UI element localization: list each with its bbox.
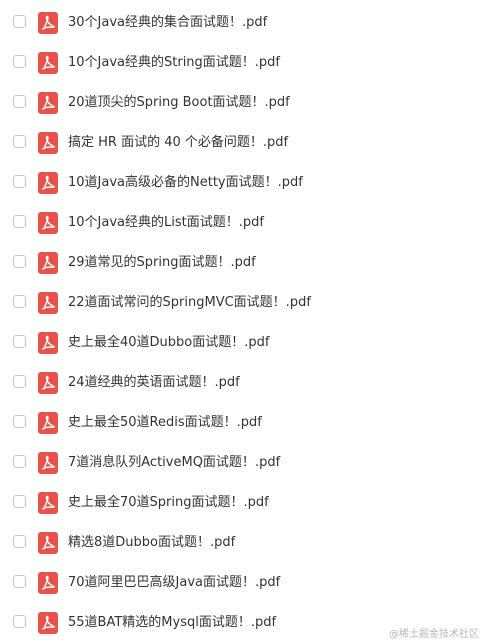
pdf-file-icon bbox=[38, 532, 58, 554]
pdf-file-icon bbox=[38, 572, 58, 594]
file-name[interactable]: 搞定 HR 面试的 40 个必备问题！.pdf bbox=[68, 134, 288, 151]
file-name[interactable]: 70道阿里巴巴高级Java面试题！.pdf bbox=[68, 574, 280, 591]
file-name[interactable]: 24道经典的英语面试题！.pdf bbox=[68, 374, 240, 391]
file-name[interactable]: 精选8道Dubbo面试题！.pdf bbox=[68, 534, 235, 551]
pdf-file-icon bbox=[38, 292, 58, 314]
file-checkbox[interactable] bbox=[13, 135, 26, 148]
file-checkbox[interactable] bbox=[13, 255, 26, 268]
file-checkbox[interactable] bbox=[13, 455, 26, 468]
file-name[interactable]: 史上最全50道Redis面试题！.pdf bbox=[68, 414, 262, 431]
file-row[interactable]: 20道顶尖的Spring Boot面试题！.pdf bbox=[0, 82, 489, 122]
file-checkbox[interactable] bbox=[13, 495, 26, 508]
file-row[interactable]: 24道经典的英语面试题！.pdf bbox=[0, 362, 489, 402]
file-checkbox[interactable] bbox=[13, 375, 26, 388]
file-name[interactable]: 20道顶尖的Spring Boot面试题！.pdf bbox=[68, 94, 290, 111]
file-name[interactable]: 10道Java高级必备的Netty面试题！.pdf bbox=[68, 174, 303, 191]
pdf-file-icon bbox=[38, 412, 58, 434]
watermark: @稀土掘金技术社区 bbox=[389, 629, 479, 640]
pdf-file-icon bbox=[38, 612, 58, 634]
pdf-file-icon bbox=[38, 212, 58, 234]
file-row[interactable]: 搞定 HR 面试的 40 个必备问题！.pdf bbox=[0, 122, 489, 162]
file-checkbox[interactable] bbox=[13, 415, 26, 428]
file-checkbox[interactable] bbox=[13, 335, 26, 348]
file-row[interactable]: 史上最全50道Redis面试题！.pdf bbox=[0, 402, 489, 442]
file-row[interactable]: 10个Java经典的List面试题！.pdf bbox=[0, 202, 489, 242]
pdf-file-icon bbox=[38, 332, 58, 354]
file-row[interactable]: 史上最全70道Spring面试题！.pdf bbox=[0, 482, 489, 522]
pdf-file-icon bbox=[38, 12, 58, 34]
file-row[interactable]: 22道面试常问的SpringMVC面试题！.pdf bbox=[0, 282, 489, 322]
file-row[interactable]: 10个Java经典的String面试题！.pdf bbox=[0, 42, 489, 82]
pdf-file-icon bbox=[38, 492, 58, 514]
file-row[interactable]: 史上最全40道Dubbo面试题！.pdf bbox=[0, 322, 489, 362]
file-name[interactable]: 史上最全70道Spring面试题！.pdf bbox=[68, 494, 269, 511]
file-row[interactable]: 10道Java高级必备的Netty面试题！.pdf bbox=[0, 162, 489, 202]
file-name[interactable]: 30个Java经典的集合面试题！.pdf bbox=[68, 14, 267, 31]
pdf-file-icon bbox=[38, 172, 58, 194]
file-row[interactable]: 7道消息队列ActiveMQ面试题！.pdf bbox=[0, 442, 489, 482]
file-checkbox[interactable] bbox=[13, 55, 26, 68]
file-checkbox[interactable] bbox=[13, 15, 26, 28]
file-name[interactable]: 10个Java经典的String面试题！.pdf bbox=[68, 54, 280, 71]
file-row[interactable]: 70道阿里巴巴高级Java面试题！.pdf bbox=[0, 562, 489, 602]
file-row[interactable]: 29道常见的Spring面试题！.pdf bbox=[0, 242, 489, 282]
pdf-file-icon bbox=[38, 52, 58, 74]
file-checkbox[interactable] bbox=[13, 295, 26, 308]
pdf-file-icon bbox=[38, 452, 58, 474]
file-row[interactable]: 精选8道Dubbo面试题！.pdf bbox=[0, 522, 489, 562]
file-checkbox[interactable] bbox=[13, 215, 26, 228]
pdf-file-icon bbox=[38, 132, 58, 154]
file-name[interactable]: 55道BAT精选的Mysql面试题！.pdf bbox=[68, 614, 276, 631]
pdf-file-icon bbox=[38, 92, 58, 114]
file-name[interactable]: 史上最全40道Dubbo面试题！.pdf bbox=[68, 334, 269, 351]
file-name[interactable]: 29道常见的Spring面试题！.pdf bbox=[68, 254, 256, 271]
file-checkbox[interactable] bbox=[13, 95, 26, 108]
file-checkbox[interactable] bbox=[13, 175, 26, 188]
pdf-file-icon bbox=[38, 252, 58, 274]
file-checkbox[interactable] bbox=[13, 575, 26, 588]
file-name[interactable]: 10个Java经典的List面试题！.pdf bbox=[68, 214, 264, 231]
pdf-file-icon bbox=[38, 372, 58, 394]
file-checkbox[interactable] bbox=[13, 535, 26, 548]
file-name[interactable]: 7道消息队列ActiveMQ面试题！.pdf bbox=[68, 454, 280, 471]
file-name[interactable]: 22道面试常问的SpringMVC面试题！.pdf bbox=[68, 294, 311, 311]
file-checkbox[interactable] bbox=[13, 615, 26, 628]
file-row[interactable]: 30个Java经典的集合面试题！.pdf bbox=[0, 2, 489, 42]
